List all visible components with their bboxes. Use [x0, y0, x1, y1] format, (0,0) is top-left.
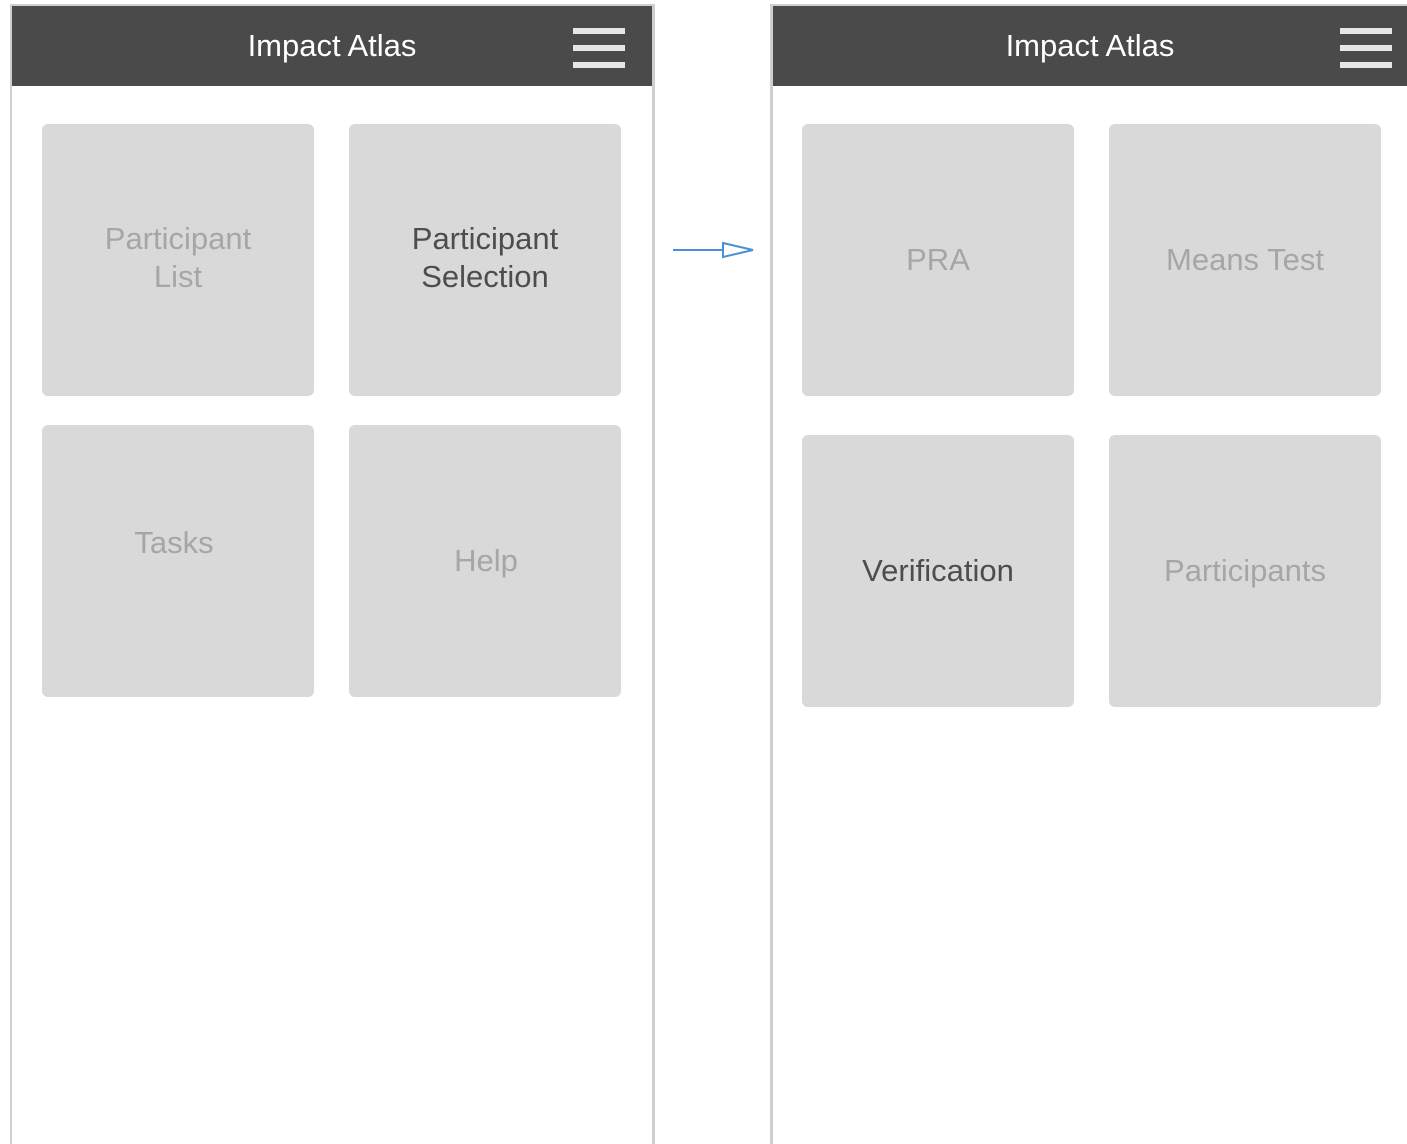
tile-label: Participant List — [104, 221, 252, 294]
app-header: Impact Atlas — [773, 6, 1407, 86]
tile-label: Means Test — [1166, 242, 1324, 277]
tile-participants[interactable]: Participants — [1109, 435, 1381, 707]
app-title: Impact Atlas — [247, 28, 417, 63]
tile-verification[interactable]: Verification — [802, 435, 1074, 707]
home-screen: Impact Atlas Participant List Participan… — [10, 4, 655, 1144]
tile-means-test[interactable]: Means Test — [1109, 124, 1381, 396]
hamburger-menu-icon[interactable] — [573, 28, 625, 68]
tile-help[interactable]: Help — [349, 425, 621, 697]
app-header: Impact Atlas — [12, 6, 652, 86]
participant-selection-screen: Impact Atlas PRA Means Test Verification… — [770, 4, 1407, 1144]
app-title: Impact Atlas — [1005, 28, 1175, 63]
tile-label: Help — [454, 543, 518, 578]
tile-label: Verification — [862, 553, 1014, 588]
tile-label: Participant Selection — [411, 221, 559, 294]
tile-tasks[interactable]: Tasks — [42, 425, 314, 697]
tile-label: Tasks — [134, 525, 214, 560]
hamburger-menu-icon[interactable] — [1340, 28, 1392, 68]
tile-pra[interactable]: PRA — [802, 124, 1074, 396]
tile-label: Participants — [1164, 553, 1326, 588]
right-arrow-icon — [673, 241, 754, 259]
tile-participant-list[interactable]: Participant List — [42, 124, 314, 396]
tile-participant-selection[interactable]: Participant Selection — [349, 124, 621, 396]
tile-label: PRA — [906, 242, 970, 277]
